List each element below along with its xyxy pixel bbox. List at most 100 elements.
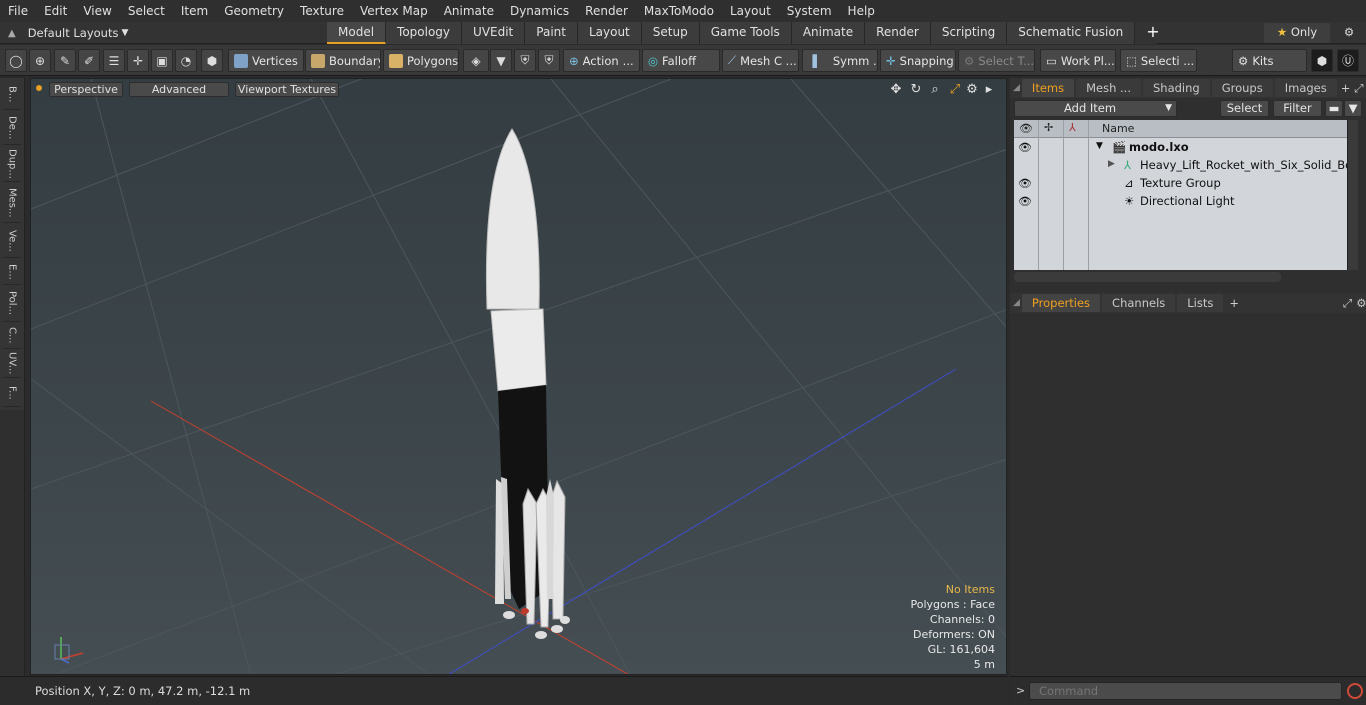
tab-mesh[interactable]: Mesh ...: [1076, 79, 1141, 97]
shield-alt-icon[interactable]: ⛨: [538, 49, 560, 72]
list-item[interactable]: ▶ ⅄ Heavy_Lift_Rocket_with_Six_Solid_Boo…: [1014, 157, 1347, 175]
select-through-button[interactable]: ⚙ Select T...: [958, 49, 1035, 72]
cube-icon[interactable]: ⬢: [201, 49, 223, 72]
unreal-icon[interactable]: Ⓤ: [1337, 49, 1359, 72]
add-tab-icon[interactable]: +: [1341, 81, 1351, 95]
globe-icon[interactable]: ⊕: [29, 49, 51, 72]
perspective-button[interactable]: Perspective: [49, 82, 123, 97]
pen-icon[interactable]: ✎: [54, 49, 76, 72]
add-tab-icon[interactable]: +: [1135, 22, 1160, 44]
horizontal-scrollbar[interactable]: [1014, 272, 1281, 282]
material-icon[interactable]: ◈: [463, 49, 489, 72]
viewport-menu-arrow-icon[interactable]: ▸: [981, 82, 997, 98]
tab-animate[interactable]: Animate: [791, 22, 866, 44]
vertices-button[interactable]: Vertices: [228, 49, 304, 72]
funnel-icon[interactable]: ▼: [1344, 100, 1362, 117]
left-tab-edge[interactable]: E...: [3, 259, 21, 285]
left-tab-basic[interactable]: B...: [3, 80, 21, 110]
vertical-scrollbar[interactable]: [1347, 120, 1358, 270]
work-plane-button[interactable]: ▭ Work Pl...: [1040, 49, 1116, 72]
kits-button[interactable]: ⚙ Kits: [1232, 49, 1307, 72]
add-item-button[interactable]: Add Item ▼: [1014, 100, 1177, 117]
tab-layout[interactable]: Layout: [577, 22, 642, 44]
menu-layout[interactable]: Layout: [722, 4, 779, 18]
collapse-icon[interactable]: ▬: [1325, 100, 1343, 117]
3d-viewport[interactable]: Perspective Advanced Viewport Textures ✥…: [30, 78, 1007, 675]
name-column-header[interactable]: Name: [1102, 122, 1134, 135]
left-tab-uv[interactable]: UV...: [3, 350, 21, 378]
menu-view[interactable]: View: [75, 4, 119, 18]
tab-render[interactable]: Render: [865, 22, 931, 44]
eye-icon[interactable]: 👁: [1018, 177, 1032, 191]
expand-icon[interactable]: ⤢: [1343, 296, 1352, 311]
menu-edit[interactable]: Edit: [36, 4, 75, 18]
left-tab-curve[interactable]: C...: [3, 323, 21, 349]
record-icon[interactable]: [1347, 683, 1363, 699]
add-tab-icon[interactable]: +: [1229, 296, 1239, 310]
eye-icon[interactable]: 👁: [1018, 141, 1032, 155]
polygons-button[interactable]: Polygons: [383, 49, 459, 72]
square-icon[interactable]: ▣: [151, 49, 173, 72]
boundary-button[interactable]: Boundary: [305, 49, 381, 72]
menu-dynamics[interactable]: Dynamics: [502, 4, 577, 18]
align-icon[interactable]: ☰: [103, 49, 125, 72]
symmetry-button[interactable]: ▐ Symm ...: [802, 49, 878, 72]
selection-sets-button[interactable]: ⬚ Selecti ...: [1120, 49, 1197, 72]
left-tab-duplicate[interactable]: Dup...: [3, 146, 21, 182]
collapse-arrow-icon[interactable]: ▼: [1096, 141, 1103, 151]
menu-animate[interactable]: Animate: [436, 4, 502, 18]
action-center-button[interactable]: ⊕ Action...: [563, 49, 640, 72]
tab-paint[interactable]: Paint: [525, 22, 578, 44]
tab-groups[interactable]: Groups: [1211, 79, 1273, 97]
menu-item[interactable]: Item: [173, 4, 216, 18]
transform-icon[interactable]: ✛: [127, 49, 149, 72]
tab-lists[interactable]: Lists: [1177, 294, 1224, 312]
viewport-gear-icon[interactable]: ⚙: [964, 82, 980, 98]
tab-uvedit[interactable]: UVEdit: [462, 22, 526, 44]
left-tab-fusion[interactable]: F...: [3, 379, 21, 407]
menu-render[interactable]: Render: [577, 4, 636, 18]
only-toggle[interactable]: ★ Only: [1264, 23, 1330, 43]
expand-arrow-icon[interactable]: ▶: [1108, 159, 1115, 169]
menu-vertex-map[interactable]: Vertex Map: [352, 4, 436, 18]
move-view-icon[interactable]: ✥: [888, 82, 904, 98]
chevron-down-icon[interactable]: ▼: [490, 49, 512, 72]
list-item[interactable]: 👁 ☀ Directional Light: [1014, 193, 1347, 211]
left-tab-mesh-edit[interactable]: Mes...: [3, 183, 21, 223]
tab-scripting[interactable]: Scripting: [930, 22, 1008, 44]
snapping-button[interactable]: ✛ Snapping: [880, 49, 956, 72]
left-tab-polygon[interactable]: Pol...: [3, 286, 21, 322]
tab-model[interactable]: Model: [327, 22, 387, 44]
list-item[interactable]: 👁 ⊿ Texture Group: [1014, 175, 1347, 193]
expand-icon[interactable]: ⤢: [1354, 81, 1363, 96]
layouts-dropdown[interactable]: ▲ Default Layouts ▼: [0, 22, 150, 44]
list-item[interactable]: 👁 ▼ 🎬 modo.lxo: [1014, 139, 1347, 157]
select-button[interactable]: Select: [1220, 100, 1269, 117]
rotate-view-icon[interactable]: ↻: [908, 82, 924, 98]
rotate-icon[interactable]: ◔: [175, 49, 197, 72]
advanced-button[interactable]: Advanced: [129, 82, 229, 97]
menu-system[interactable]: System: [779, 4, 840, 18]
zoom-icon[interactable]: ⌕: [927, 82, 943, 98]
tab-properties[interactable]: Properties: [1021, 294, 1101, 312]
panel-gear-icon[interactable]: ⚙: [1356, 296, 1366, 310]
unity-icon[interactable]: ⬢: [1311, 49, 1333, 72]
tab-schematic-fusion[interactable]: Schematic Fusion: [1007, 22, 1136, 44]
filter-button[interactable]: Filter: [1273, 100, 1322, 117]
menu-texture[interactable]: Texture: [292, 4, 352, 18]
brush-icon[interactable]: ✐: [78, 49, 100, 72]
menu-maxtomodo[interactable]: MaxToModo: [636, 4, 722, 18]
falloff-button[interactable]: ◎ Falloff: [642, 49, 720, 72]
tab-images[interactable]: Images: [1274, 79, 1337, 97]
tab-shading[interactable]: Shading: [1143, 79, 1210, 97]
tab-setup[interactable]: Setup: [641, 22, 700, 44]
tab-game-tools[interactable]: Game Tools: [699, 22, 792, 44]
left-tab-vertex[interactable]: Ve...: [3, 224, 21, 258]
viewport-textures-button[interactable]: Viewport Textures: [235, 82, 339, 97]
left-tab-deform[interactable]: De...: [3, 111, 21, 145]
tab-items[interactable]: Items: [1021, 79, 1075, 97]
tab-channels[interactable]: Channels: [1102, 294, 1176, 312]
select-circle-icon[interactable]: ◯: [5, 49, 27, 72]
command-input[interactable]: [1029, 682, 1342, 700]
mesh-constraint-button[interactable]: ⟋ Mesh C ...: [722, 49, 799, 72]
